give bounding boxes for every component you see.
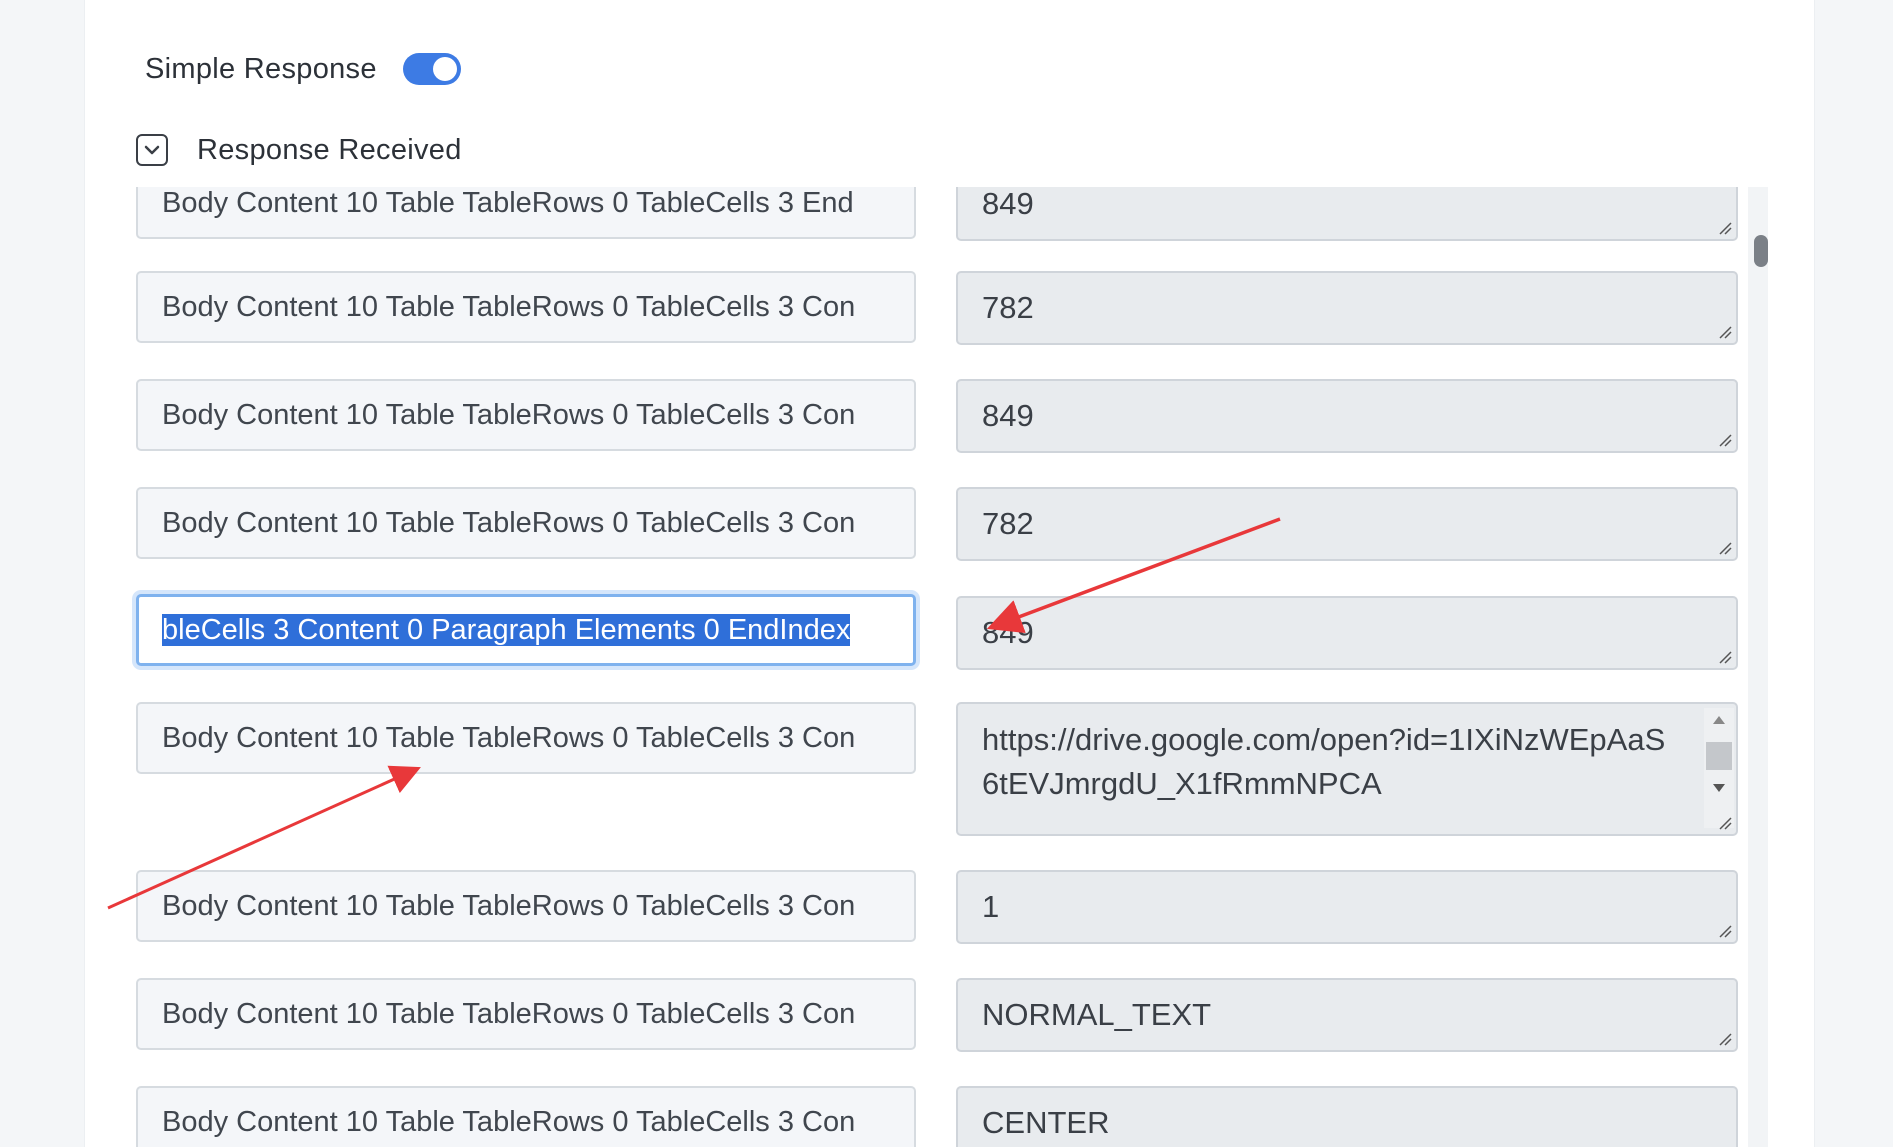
response-fields-list[interactable]: Body Content 10 Table TableRows 0 TableC… xyxy=(84,187,1754,1147)
value-textarea[interactable]: https://drive.google.com/open?id=1IXiNzW… xyxy=(956,702,1738,836)
value-text: https://drive.google.com/open?id=1IXiNzW… xyxy=(982,722,1666,801)
list-scrollbar[interactable] xyxy=(1748,187,1768,1147)
value-field[interactable]: 782 xyxy=(956,271,1738,345)
value-text: NORMAL_TEXT xyxy=(982,997,1212,1032)
value-field[interactable]: 782 xyxy=(956,487,1738,561)
value-field[interactable]: 849 xyxy=(956,187,1738,241)
key-field[interactable]: Body Content 10 Table TableRows 0 TableC… xyxy=(136,1086,916,1147)
value-text: 782 xyxy=(982,506,1034,541)
key-field[interactable]: Body Content 10 Table TableRows 0 TableC… xyxy=(136,870,916,942)
textarea-scrollbar[interactable] xyxy=(1704,708,1734,828)
value-text: 849 xyxy=(982,398,1034,433)
list-scrollbar-thumb[interactable] xyxy=(1754,235,1768,267)
chevron-down-icon[interactable] xyxy=(136,134,168,166)
value-text: 1 xyxy=(982,889,1000,924)
key-field[interactable]: Body Content 10 Table TableRows 0 TableC… xyxy=(136,487,916,559)
resize-handle-icon[interactable] xyxy=(1718,433,1732,447)
key-field[interactable]: Body Content 10 Table TableRows 0 TableC… xyxy=(136,187,916,239)
resize-handle-icon[interactable] xyxy=(1718,221,1732,235)
resize-handle-icon[interactable] xyxy=(1718,541,1732,555)
value-text: CENTER xyxy=(982,1105,1110,1140)
resize-handle-icon[interactable] xyxy=(1718,650,1732,664)
key-field[interactable]: Body Content 10 Table TableRows 0 TableC… xyxy=(136,271,916,343)
response-received-accordion[interactable]: Response Received xyxy=(136,130,462,170)
key-field[interactable]: Body Content 10 Table TableRows 0 TableC… xyxy=(136,702,916,774)
simple-response-row: Simple Response xyxy=(145,44,461,94)
selected-text: bleCells 3 Content 0 Paragraph Elements … xyxy=(162,614,851,646)
value-text: 782 xyxy=(982,290,1034,325)
value-field[interactable]: NORMAL_TEXT xyxy=(956,978,1738,1052)
value-field[interactable]: 849 xyxy=(956,379,1738,453)
resize-handle-icon[interactable] xyxy=(1718,325,1732,339)
key-field[interactable]: Body Content 10 Table TableRows 0 TableC… xyxy=(136,978,916,1050)
value-field[interactable]: 1 xyxy=(956,870,1738,944)
value-text: 849 xyxy=(982,615,1034,650)
key-field-focused[interactable]: bleCells 3 Content 0 Paragraph Elements … xyxy=(136,594,916,666)
resize-handle-icon[interactable] xyxy=(1718,816,1732,830)
resize-handle-icon[interactable] xyxy=(1718,1032,1732,1046)
toggle-knob xyxy=(432,57,457,81)
key-field[interactable]: Body Content 10 Table TableRows 0 TableC… xyxy=(136,379,916,451)
value-field[interactable]: 849 xyxy=(956,596,1738,670)
simple-response-toggle[interactable] xyxy=(402,53,461,85)
value-text: 849 xyxy=(982,187,1034,221)
simple-response-label: Simple Response xyxy=(145,52,377,85)
value-field[interactable]: CENTER xyxy=(956,1086,1738,1147)
response-received-label: Response Received xyxy=(197,133,462,166)
resize-handle-icon[interactable] xyxy=(1718,924,1732,938)
